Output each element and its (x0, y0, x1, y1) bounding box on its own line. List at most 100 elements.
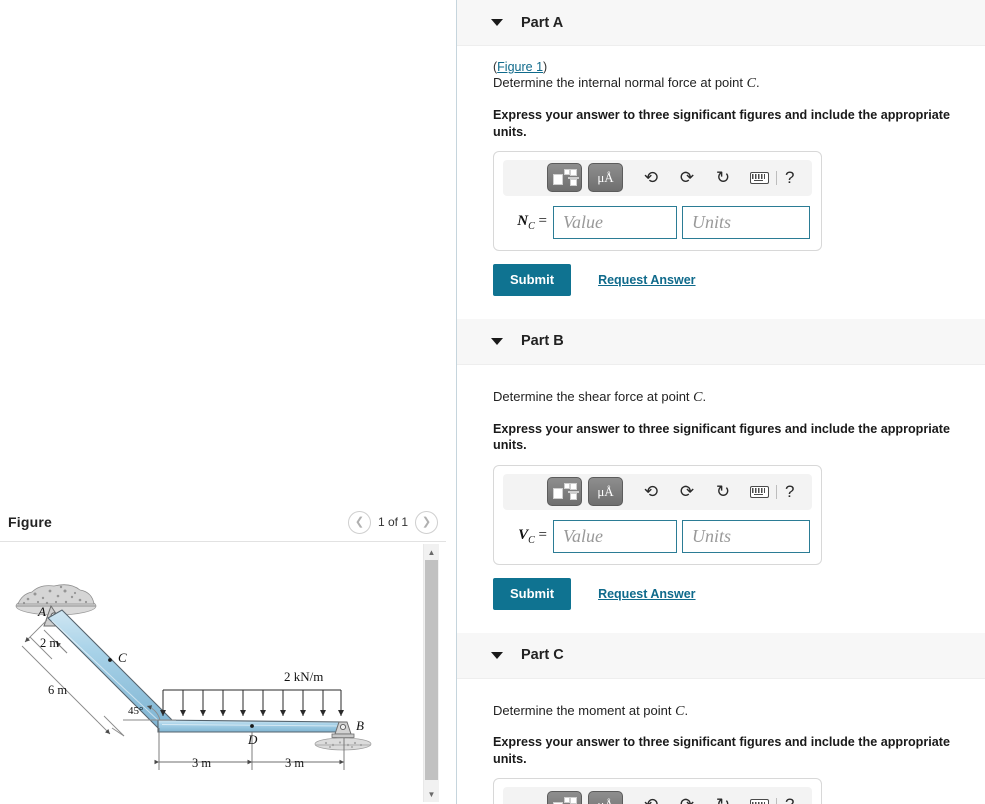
toolbar-separator (776, 170, 777, 185)
part-b-equals: = (538, 526, 547, 543)
redo-arrow-icon[interactable]: ⟳ (673, 791, 701, 804)
beam-inclined-member (47, 609, 173, 729)
scroll-up-arrow-icon[interactable]: ▲ (424, 544, 439, 560)
label-point-c: C (118, 650, 127, 665)
math-template-icon[interactable] (547, 477, 582, 507)
part-c-answer-box: μÅ ⟲ ⟳ ↻ ? MC = Value (493, 778, 822, 804)
part-b-prompt-pre: Determine the shear force at point (493, 388, 694, 404)
part-c-instruction: Express your answer to three significant… (493, 735, 950, 766)
figure-reference-line: (Figure 1) (493, 46, 985, 74)
keyboard-icon[interactable] (745, 791, 773, 804)
micro-angstrom-icon[interactable]: μÅ (588, 163, 623, 193)
part-b-instruction: Express your answer to three significant… (493, 421, 950, 453)
reset-circular-arrow-icon[interactable]: ↻ (709, 164, 737, 192)
point-c-marker (108, 658, 112, 662)
part-b-answer-label: VC = (503, 527, 553, 546)
part-a-actions: Submit Request Answer (493, 263, 985, 296)
undo-arrow-icon[interactable]: ⟲ (637, 478, 665, 506)
part-a-answer-row: NC = Value Units (503, 205, 812, 239)
part-a-answer-box: μÅ ⟲ ⟳ ↻ ? NC = Value Units (493, 150, 822, 251)
keyboard-icon[interactable] (745, 164, 773, 192)
part-a-submit-button[interactable]: Submit (493, 263, 572, 296)
part-c-prompt-pre: Determine the moment at point (493, 702, 676, 718)
undo-arrow-icon[interactable]: ⟲ (637, 791, 665, 804)
part-a-symbol-sub: C (528, 220, 535, 232)
problem-page: Figure ❮ 1 of 1 ❯ ▲ ▼ A C B D 2 m 6 m 45… (0, 0, 985, 804)
figure-ref-close-paren: ) (543, 60, 548, 74)
figure-prev-button[interactable]: ❮ (347, 510, 371, 534)
part-b-submit-button[interactable]: Submit (493, 577, 572, 610)
part-a-value-input[interactable]: Value (553, 205, 677, 239)
caret-down-icon[interactable] (491, 19, 503, 26)
part-b-prompt-var: C (693, 389, 703, 405)
part-a-answer-label: NC = (503, 213, 553, 232)
part-a-title: Part A (521, 14, 564, 31)
figure-panel-title: Figure (8, 514, 52, 530)
part-c-content: Determine the moment at point C. Express… (457, 680, 985, 804)
part-b-header[interactable]: Part B (457, 318, 985, 365)
reset-circular-arrow-icon[interactable]: ↻ (709, 791, 737, 804)
label-span-right: 3 m (285, 756, 304, 770)
part-a-block: Part A (Figure 1) Determine the internal… (457, 0, 985, 296)
part-c-block: Part C Determine the moment at point C. … (457, 632, 985, 804)
part-b-value-input[interactable]: Value (553, 519, 677, 553)
part-a-prompt: Determine the internal normal force at p… (493, 74, 985, 94)
figure-body: ▲ ▼ A C B D 2 m 6 m 45° 2 kN/m 3 m 3 m (0, 542, 456, 804)
part-b-symbol-sub: C (528, 534, 535, 546)
label-span-left: 3 m (192, 756, 211, 770)
part-a-symbol: N (517, 212, 529, 229)
part-a-units-input[interactable]: Units (682, 205, 810, 239)
math-template-icon[interactable] (547, 163, 582, 193)
caret-down-icon[interactable] (491, 651, 503, 659)
part-a-request-answer-link[interactable]: Request Answer (598, 273, 695, 287)
part-a-prompt-post: . (755, 75, 760, 91)
figure-next-button[interactable]: ❯ (415, 510, 438, 534)
reset-circular-arrow-icon[interactable]: ↻ (709, 478, 737, 506)
point-d-marker (250, 724, 254, 728)
part-b-answer-box: μÅ ⟲ ⟳ ↻ ? VC = Value Units (493, 464, 822, 565)
question-mark-icon[interactable]: ? (785, 482, 794, 502)
part-a-prompt-var: C (746, 76, 756, 92)
units-button-label: μÅ (597, 483, 614, 499)
figure-scrollbar[interactable]: ▲ ▼ (423, 544, 439, 802)
part-c-prompt-post: . (684, 702, 689, 718)
math-template-icon[interactable] (547, 790, 582, 804)
label-distributed-load: 2 kN/m (284, 669, 323, 684)
units-button-label: μÅ (597, 169, 614, 185)
part-b-actions: Submit Request Answer (493, 577, 985, 610)
part-b-title: Part B (521, 333, 564, 350)
figure-panel-header: Figure ❮ 1 of 1 ❯ (0, 503, 456, 541)
toolbar-separator (776, 484, 777, 499)
part-b-request-answer-link[interactable]: Request Answer (598, 587, 695, 601)
part-b-symbol: V (518, 526, 529, 543)
scroll-down-arrow-icon[interactable]: ▼ (424, 786, 439, 802)
part-b-units-input[interactable]: Units (682, 519, 810, 553)
question-mark-icon[interactable]: ? (785, 795, 794, 804)
label-dim-2m: 2 m (40, 636, 59, 650)
part-a-equals: = (538, 212, 547, 229)
figure-1-link[interactable]: Figure 1 (497, 60, 543, 74)
part-a-content: (Figure 1) Determine the internal normal… (457, 46, 985, 296)
beam-diagram: A C B D 2 m 6 m 45° 2 kN/m 3 m 3 m (15, 584, 372, 770)
figure-pane: Figure ❮ 1 of 1 ❯ ▲ ▼ A C B D 2 m 6 m 45… (0, 0, 456, 804)
redo-arrow-icon[interactable]: ⟳ (673, 478, 701, 506)
figure-navigation: ❮ 1 of 1 ❯ (347, 510, 438, 534)
part-a-instruction: Express your answer to three significant… (493, 108, 950, 139)
part-b-answer-row: VC = Value Units (503, 519, 812, 553)
part-b-content: Determine the shear force at point C. Ex… (457, 366, 985, 610)
redo-arrow-icon[interactable]: ⟳ (673, 164, 701, 192)
keyboard-icon[interactable] (745, 478, 773, 506)
part-a-prompt-pre: Determine the internal normal force at p… (493, 75, 747, 91)
part-c-answer-toolbar: μÅ ⟲ ⟳ ↻ ? (503, 787, 812, 804)
undo-arrow-icon[interactable]: ⟲ (637, 164, 665, 192)
micro-angstrom-icon[interactable]: μÅ (588, 790, 623, 804)
micro-angstrom-icon[interactable]: μÅ (588, 477, 623, 507)
question-mark-icon[interactable]: ? (785, 168, 794, 188)
figure-scrollbar-thumb[interactable] (425, 560, 438, 780)
caret-down-icon[interactable] (491, 337, 503, 345)
part-a-header[interactable]: Part A (457, 0, 985, 46)
part-c-header[interactable]: Part C (457, 632, 985, 679)
part-b-block: Part B Determine the shear force at poin… (457, 318, 985, 610)
label-angle-45: 45° (128, 705, 143, 717)
part-b-prompt-post: . (702, 388, 707, 404)
